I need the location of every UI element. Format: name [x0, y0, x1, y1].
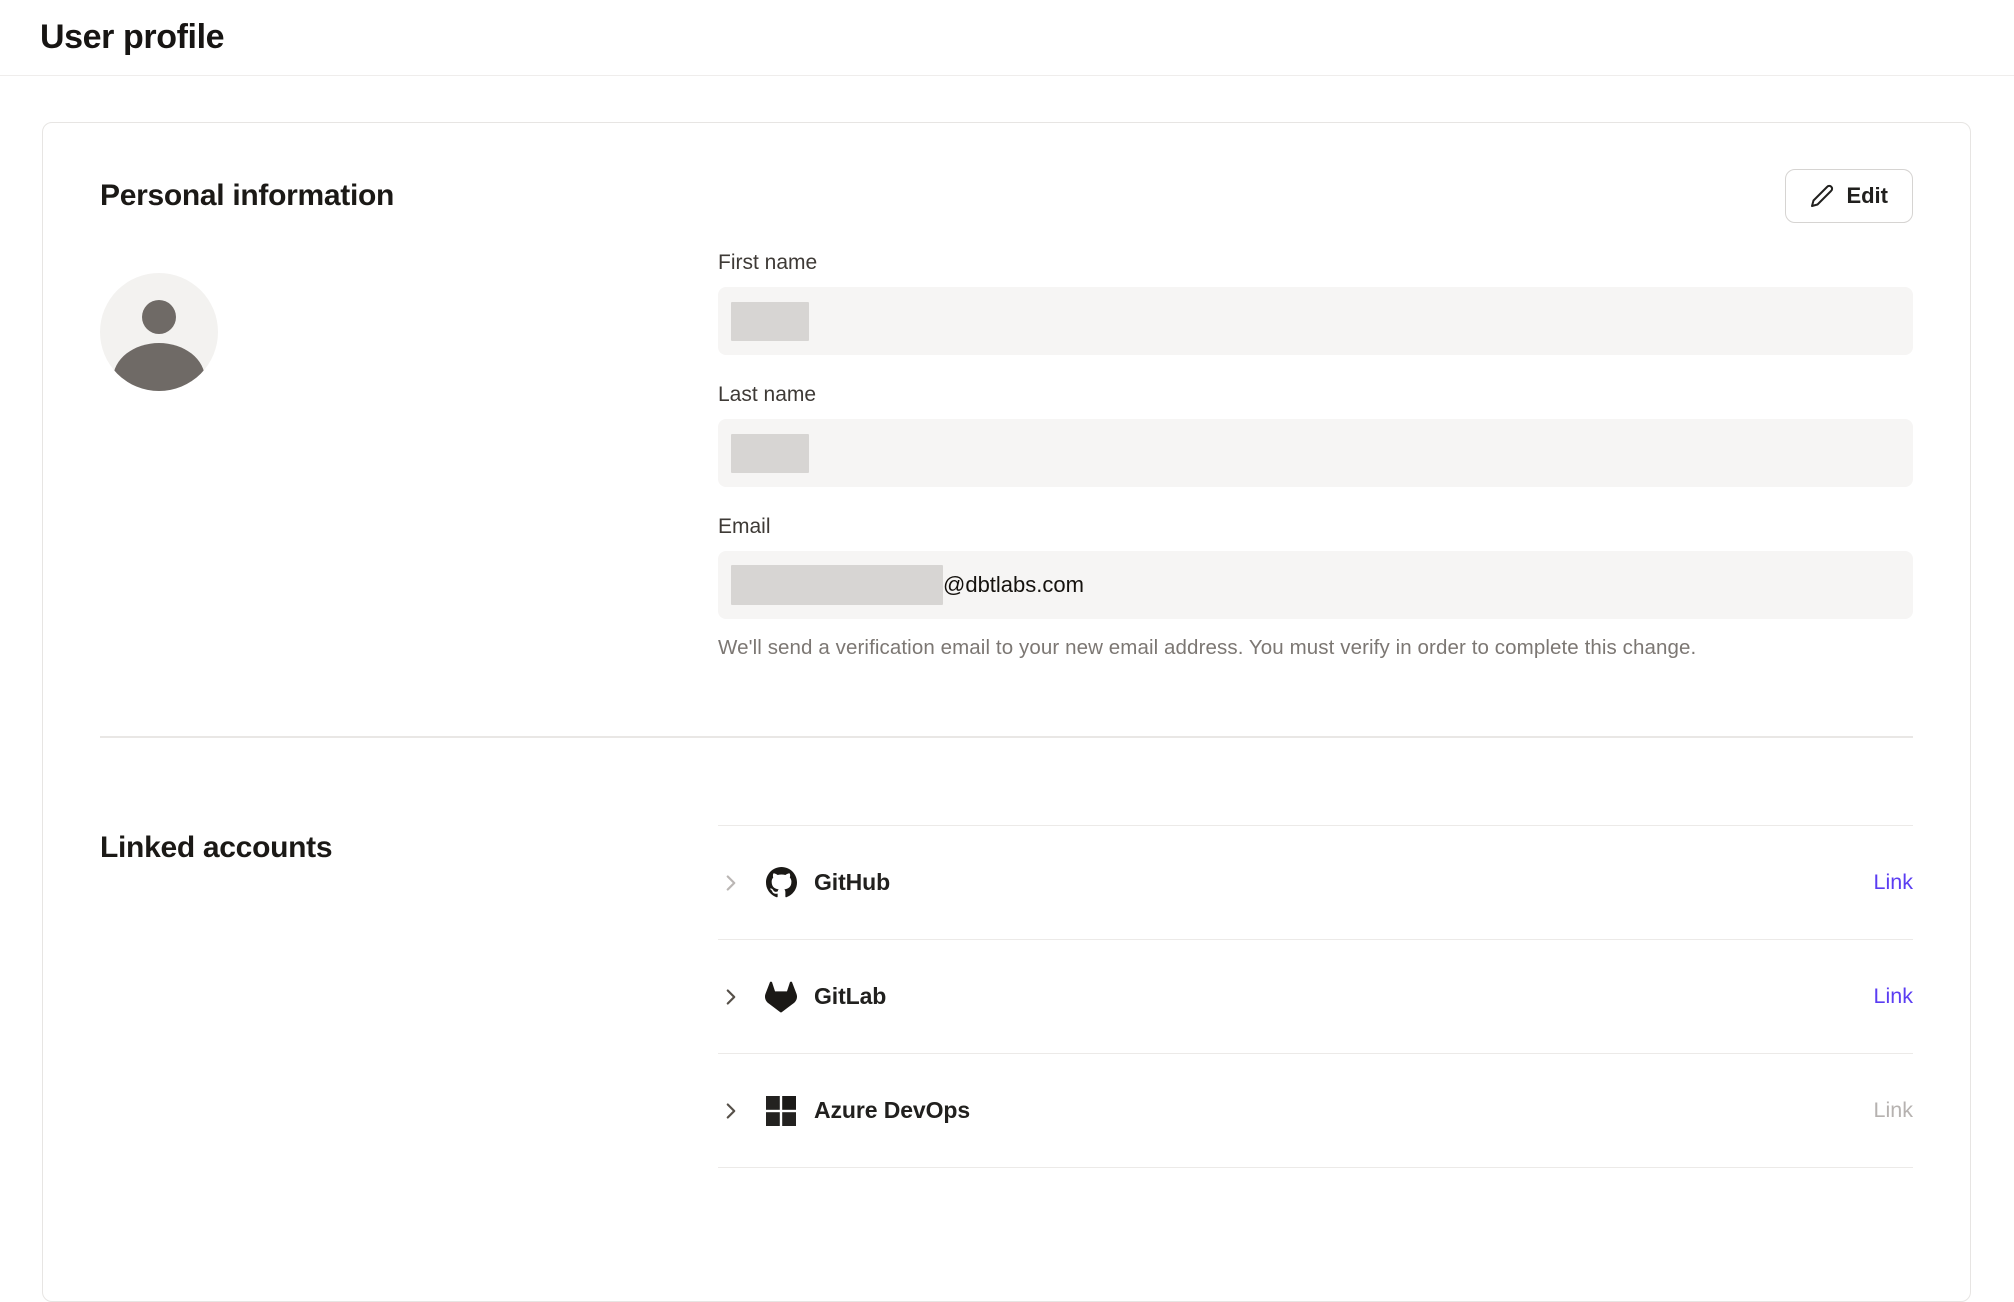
page-title: User profile — [40, 18, 224, 57]
account-row-gitlab[interactable]: GitLab Link — [718, 940, 1913, 1054]
chevron-right-icon[interactable] — [718, 1098, 744, 1124]
chevron-right-icon[interactable] — [718, 870, 744, 896]
account-name: GitLab — [814, 983, 886, 1010]
account-name: GitHub — [814, 869, 890, 896]
user-profile-card: Personal information Edit First name — [42, 122, 1971, 1302]
email-field: @dbtlabs.com — [718, 551, 1913, 619]
personal-info-heading: Personal information — [100, 179, 394, 213]
first-name-field — [718, 287, 1913, 355]
chevron-right-icon[interactable] — [718, 984, 744, 1010]
personal-info-section: First name Last name Email @dbtlabs.com … — [100, 251, 1913, 660]
personal-info-form: First name Last name Email @dbtlabs.com … — [718, 251, 1913, 660]
email-group: Email @dbtlabs.com We'll send a verifica… — [718, 515, 1913, 660]
gitlab-icon — [764, 981, 798, 1013]
redacted-email-local-part — [731, 565, 943, 605]
personal-info-header: Personal information Edit — [100, 169, 1913, 223]
last-name-group: Last name — [718, 383, 1913, 487]
gitlab-link-action[interactable]: Link — [1874, 984, 1913, 1009]
github-link-action[interactable]: Link — [1874, 870, 1913, 895]
avatar-column — [100, 251, 718, 660]
first-name-label: First name — [718, 251, 1913, 275]
linked-accounts-heading-column: Linked accounts — [100, 825, 718, 1168]
email-label: Email — [718, 515, 1913, 539]
email-help-text: We'll send a verification email to your … — [718, 636, 1913, 660]
azure-devops-icon — [764, 1096, 798, 1126]
linked-accounts-heading: Linked accounts — [100, 831, 718, 865]
avatar — [100, 273, 218, 391]
pencil-icon — [1810, 184, 1834, 208]
last-name-label: Last name — [718, 383, 1913, 407]
redacted-last-name — [731, 434, 809, 473]
first-name-group: First name — [718, 251, 1913, 355]
last-name-field — [718, 419, 1913, 487]
linked-accounts-section: Linked accounts GitHub Link — [100, 825, 1913, 1168]
account-row-azure-devops[interactable]: Azure DevOps Link — [718, 1054, 1913, 1168]
email-domain-text: @dbtlabs.com — [943, 572, 1084, 598]
azure-devops-link-action: Link — [1874, 1098, 1913, 1123]
edit-button-label: Edit — [1846, 183, 1888, 209]
edit-button[interactable]: Edit — [1785, 169, 1913, 223]
section-divider — [100, 736, 1913, 738]
redacted-first-name — [731, 302, 809, 341]
top-bar: User profile — [0, 0, 2014, 76]
github-icon — [764, 867, 798, 898]
account-name: Azure DevOps — [814, 1097, 970, 1124]
account-row-github[interactable]: GitHub Link — [718, 826, 1913, 940]
linked-accounts-list: GitHub Link GitLab Link — [718, 825, 1913, 1168]
